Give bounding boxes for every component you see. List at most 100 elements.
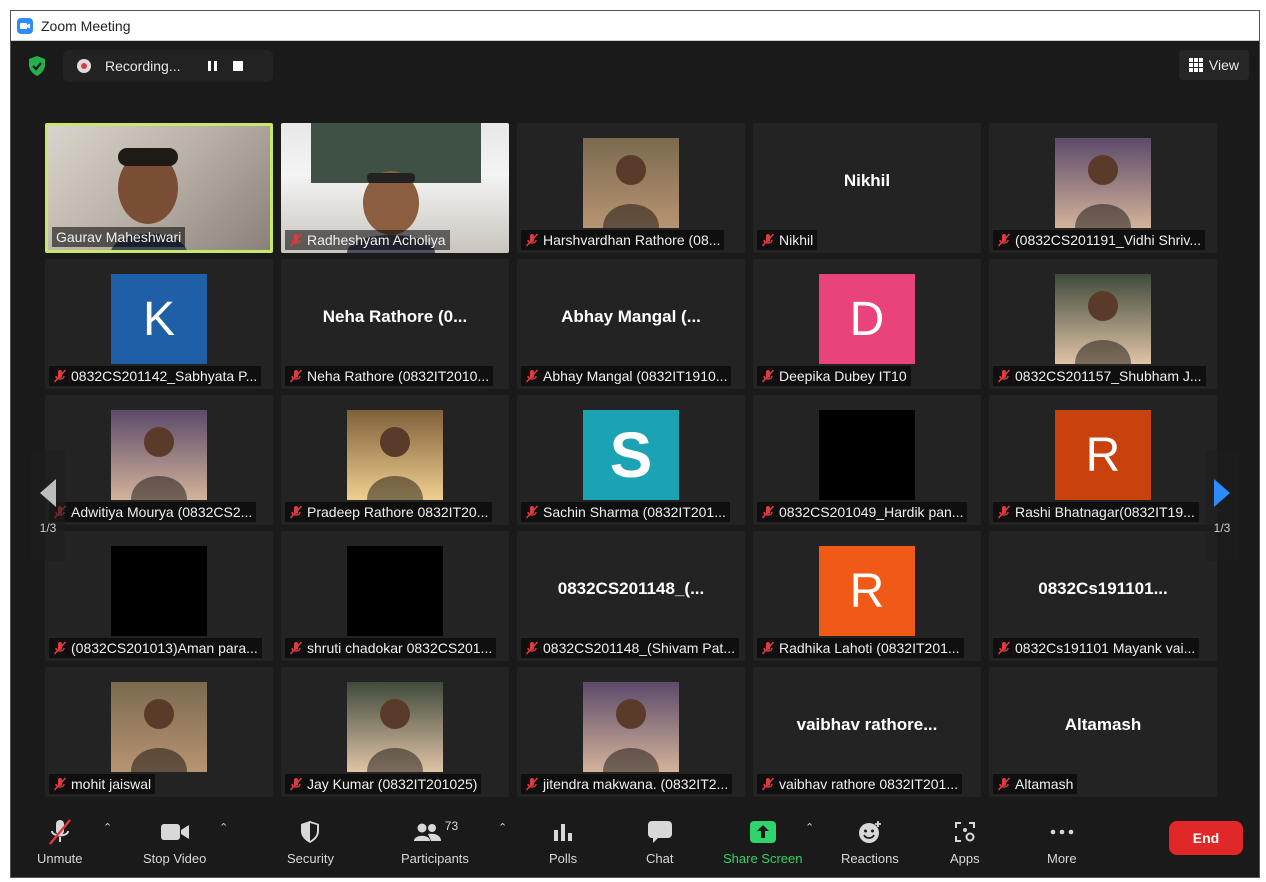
participant-tile[interactable]: jitendra makwana. (0832IT2... [517, 667, 745, 797]
participant-name-label: Neha Rathore (0832IT2010... [285, 366, 494, 386]
participant-name: mohit jaiswal [71, 776, 152, 792]
muted-microphone-icon [997, 777, 1011, 791]
participant-tile[interactable]: Radheshyam Acholiya [281, 123, 509, 253]
apps-icon [954, 822, 975, 842]
participant-tile[interactable]: R Radhika Lahoti (0832IT201... [753, 531, 981, 661]
participant-name-label: Rashi Bhatnagar(0832IT19... [993, 502, 1199, 522]
participant-avatar: K [111, 274, 207, 364]
participant-name: Adwitiya Mourya (0832CS2... [71, 504, 253, 520]
participant-tile[interactable]: (0832CS201191_Vidhi Shriv... [989, 123, 1217, 253]
reactions-button[interactable]: Reactions [841, 817, 899, 866]
participant-tile[interactable]: (0832CS201013)Aman para... [45, 531, 273, 661]
participant-name: 0832Cs191101 Mayank vai... [1015, 640, 1196, 656]
muted-microphone-icon [53, 369, 67, 383]
security-button[interactable]: Security [287, 817, 334, 866]
unmute-button[interactable]: Unmute [37, 817, 83, 866]
share-screen-button[interactable]: Share Screen [723, 817, 803, 866]
muted-microphone-icon [289, 369, 303, 383]
participant-tile[interactable]: Adwitiya Mourya (0832CS2... [45, 395, 273, 525]
muted-microphone-icon [289, 233, 303, 247]
participant-name-label: Pradeep Rathore 0832IT20... [285, 502, 493, 522]
end-meeting-button[interactable]: End [1169, 821, 1243, 855]
polls-label: Polls [549, 851, 578, 866]
participant-tile[interactable]: R Rashi Bhatnagar(0832IT19... [989, 395, 1217, 525]
participant-tile[interactable]: Nikhil Nikhil [753, 123, 981, 253]
recording-label: Recording... [105, 58, 181, 74]
muted-microphone-icon [289, 641, 303, 655]
avatar-letter: R [849, 564, 885, 618]
polls-button[interactable]: Polls [549, 817, 577, 866]
participant-profile-photo [111, 546, 207, 636]
arrow-left-icon [40, 479, 56, 507]
share-options-chevron-icon[interactable]: ⌃ [805, 821, 814, 834]
muted-microphone-icon [289, 777, 303, 791]
meeting-toolbar: Unmute ⌃ Stop Video ⌃ Security 73 Partic… [11, 809, 1259, 877]
participant-tile[interactable]: D Deepika Dubey IT10 [753, 259, 981, 389]
avatar-letter: R [1085, 428, 1121, 482]
participant-display-name: 0832CS201148_(... [557, 579, 705, 598]
participant-name-label: vaibhav rathore 0832IT201... [757, 774, 963, 794]
participant-avatar: D [819, 274, 915, 364]
participant-name: (0832CS201191_Vidhi Shriv... [1015, 232, 1202, 248]
participant-name-label: (0832CS201191_Vidhi Shriv... [993, 230, 1206, 250]
participant-tile[interactable]: Jay Kumar (0832IT201025) [281, 667, 509, 797]
participant-profile-photo [347, 546, 443, 636]
participant-tile[interactable]: 0832Cs191101... 0832Cs191101 Mayank vai..… [989, 531, 1217, 661]
previous-page-button[interactable]: 1/3 [31, 451, 65, 561]
security-label: Security [287, 851, 334, 866]
participant-display-name: Nikhil [843, 171, 891, 190]
more-button[interactable]: More [1047, 817, 1077, 866]
participant-profile-photo [111, 682, 207, 772]
audio-options-chevron-icon[interactable]: ⌃ [103, 821, 112, 834]
muted-microphone-icon [761, 641, 775, 655]
participant-name-label: 0832CS201142_Sabhyata P... [49, 366, 262, 386]
participant-tile[interactable]: Harshvardhan Rathore (08... [517, 123, 745, 253]
next-page-button[interactable]: 1/3 [1205, 451, 1239, 561]
polls-chart-icon [554, 824, 573, 841]
reactions-smiley-icon [858, 821, 881, 843]
muted-microphone-icon [53, 641, 67, 655]
microphone-muted-icon [48, 819, 71, 845]
view-button[interactable]: View [1178, 50, 1249, 80]
participant-tile[interactable]: S Sachin Sharma (0832IT201... [517, 395, 745, 525]
participant-name: Neha Rathore (0832IT2010... [307, 368, 490, 384]
pause-recording-icon[interactable] [208, 61, 218, 71]
participant-tile[interactable]: shruti chadokar 0832CS201... [281, 531, 509, 661]
participant-tile[interactable]: 0832CS201157_Shubham J... [989, 259, 1217, 389]
encryption-shield-icon[interactable] [27, 55, 47, 77]
avatar-letter: S [609, 419, 653, 491]
participants-button[interactable]: 73 Participants [401, 817, 469, 866]
apps-button[interactable]: Apps [950, 817, 980, 866]
participant-tile[interactable]: Gaurav Maheshwari [45, 123, 273, 253]
participant-name: Pradeep Rathore 0832IT20... [307, 504, 489, 520]
participant-tile[interactable]: Altamash Altamash [989, 667, 1217, 797]
participant-name: Abhay Mangal (0832IT1910... [543, 368, 728, 384]
video-options-chevron-icon[interactable]: ⌃ [219, 821, 228, 834]
participant-name-label: jitendra makwana. (0832IT2... [521, 774, 733, 794]
participant-name: jitendra makwana. (0832IT2... [543, 776, 729, 792]
muted-microphone-icon [761, 233, 775, 247]
participant-tile[interactable]: Neha Rathore (0... Neha Rathore (0832IT20… [281, 259, 509, 389]
title-bar: Zoom Meeting [11, 11, 1259, 41]
stop-recording-icon[interactable] [233, 61, 244, 71]
participant-tile[interactable]: mohit jaiswal [45, 667, 273, 797]
participant-tile[interactable]: K 0832CS201142_Sabhyata P... [45, 259, 273, 389]
participant-tile[interactable]: 0832CS201049_Hardik pan... [753, 395, 981, 525]
participant-profile-photo [347, 410, 443, 500]
participant-name-label: shruti chadokar 0832CS201... [285, 638, 497, 658]
participant-name-label: (0832CS201013)Aman para... [49, 638, 262, 658]
participant-tile[interactable]: Pradeep Rathore 0832IT20... [281, 395, 509, 525]
participant-tile[interactable]: 0832CS201148_(... 0832CS201148_(Shivam Pa… [517, 531, 745, 661]
participant-display-name: Altamash [1064, 715, 1142, 734]
participants-options-chevron-icon[interactable]: ⌃ [498, 821, 507, 834]
participant-profile-photo [1055, 274, 1151, 364]
participant-profile-photo [347, 682, 443, 772]
participant-profile-photo [819, 410, 915, 500]
chat-button[interactable]: Chat [646, 817, 673, 866]
participant-name: Altamash [1015, 776, 1074, 792]
stop-video-button[interactable]: Stop Video [143, 817, 206, 866]
muted-microphone-icon [53, 777, 67, 791]
participant-name-label: Gaurav Maheshwari [52, 227, 186, 247]
participant-tile[interactable]: Abhay Mangal (... Abhay Mangal (0832IT191… [517, 259, 745, 389]
participant-tile[interactable]: vaibhav rathore... vaibhav rathore 0832IT… [753, 667, 981, 797]
